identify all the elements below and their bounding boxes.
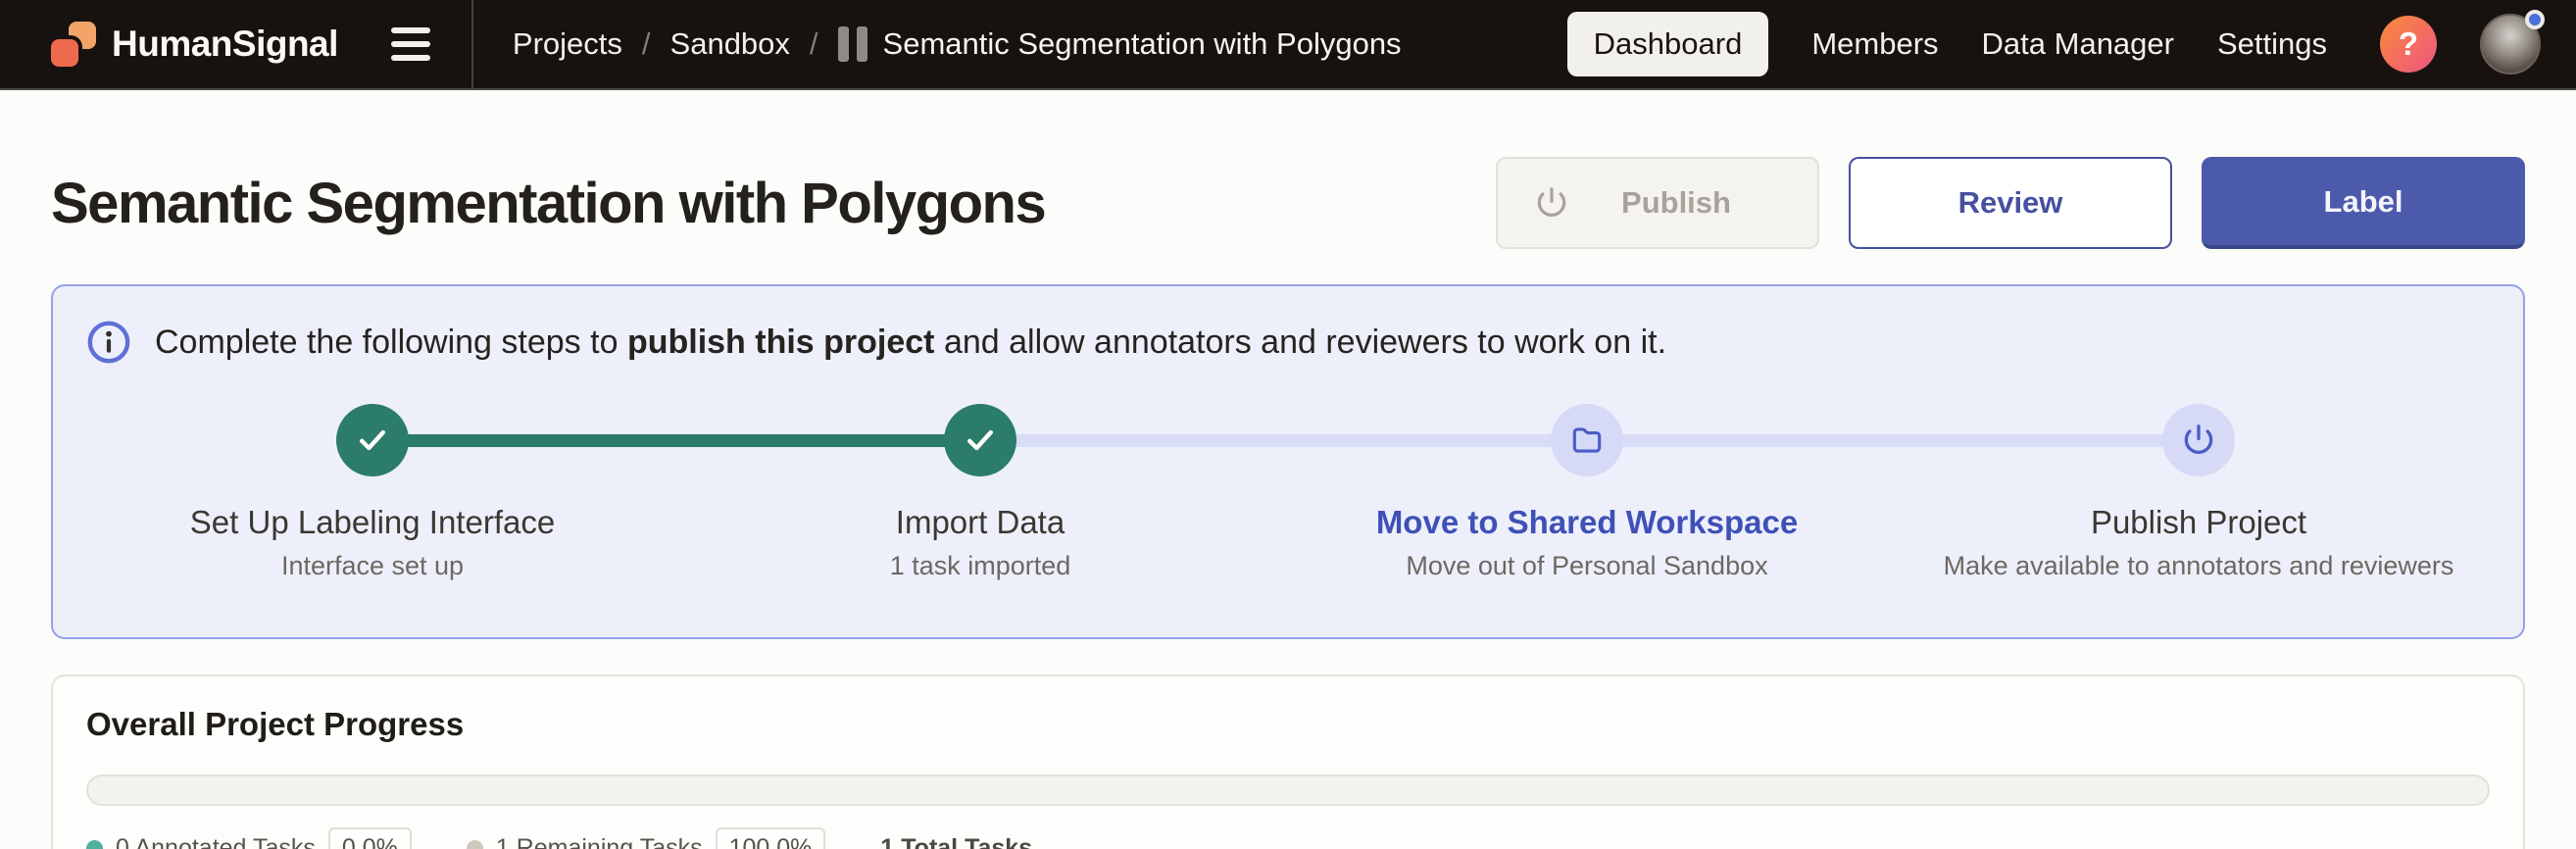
step-subtitle: Move out of Personal Sandbox	[1263, 551, 1910, 581]
publish-stepper: Set Up Labeling Interface Interface set …	[53, 404, 2523, 598]
power-icon	[1533, 184, 1570, 222]
nav-menu: Dashboard Members Data Manager Settings …	[1567, 12, 2541, 76]
step-subtitle: Interface set up	[49, 551, 696, 581]
label-button[interactable]: Label	[2202, 157, 2525, 249]
step-title-link[interactable]: Move to Shared Workspace	[1263, 504, 1910, 541]
step-subtitle: Make available to annotators and reviewe…	[1875, 551, 2522, 581]
breadcrumb: Projects / Sandbox / Semantic Segmentati…	[513, 26, 1402, 62]
banner-message-row: Complete the following steps to publish …	[86, 320, 2523, 365]
progress-legend: 0 Annotated Tasks 0.0% 1 Remaining Tasks…	[86, 827, 2490, 849]
annotated-percent-badge: 0.0%	[328, 827, 412, 849]
help-question-mark: ?	[2399, 25, 2418, 63]
legend-annotated: 0 Annotated Tasks 0.0%	[86, 827, 412, 849]
header-actions: Publish Review Label	[1496, 157, 2525, 249]
hamburger-menu-icon[interactable]	[389, 22, 432, 67]
page-title: Semantic Segmentation with Polygons	[51, 171, 1045, 236]
step-subtitle: 1 task imported	[657, 551, 1304, 581]
breadcrumb-current-project: Semantic Segmentation with Polygons	[883, 26, 1402, 62]
tab-members[interactable]: Members	[1811, 26, 1938, 62]
publish-steps-banner: Complete the following steps to publish …	[51, 284, 2525, 639]
info-icon	[86, 320, 131, 365]
step-title: Set Up Labeling Interface	[49, 504, 696, 541]
breadcrumb-separator: /	[810, 26, 818, 62]
power-icon	[2180, 422, 2217, 459]
check-icon	[961, 421, 1000, 460]
brand-name: HumanSignal	[112, 24, 338, 65]
legend-annotated-label: 0 Annotated Tasks	[116, 834, 316, 849]
review-button[interactable]: Review	[1849, 157, 2172, 249]
tab-dashboard[interactable]: Dashboard	[1567, 12, 1769, 76]
remaining-dot-icon	[467, 840, 483, 849]
legend-total-label: 1 Total Tasks	[880, 834, 1032, 849]
legend-total: 1 Total Tasks	[880, 834, 1032, 849]
page-header: Semantic Segmentation with Polygons Publ…	[51, 157, 2525, 249]
tab-settings[interactable]: Settings	[2217, 26, 2327, 62]
humansignal-logo-icon	[51, 22, 96, 67]
step-title: Import Data	[657, 504, 1304, 541]
step-set-up-labeling-interface: Set Up Labeling Interface Interface set …	[49, 404, 696, 581]
step-move-to-shared-workspace: Move to Shared Workspace Move out of Per…	[1263, 404, 1910, 581]
step-publish-project: Publish Project Make available to annota…	[1875, 404, 2522, 581]
legend-remaining-label: 1 Remaining Tasks	[496, 834, 703, 849]
legend-remaining: 1 Remaining Tasks 100.0%	[467, 827, 826, 849]
presence-badge	[2525, 10, 2545, 29]
step-title: Publish Project	[1875, 504, 2522, 541]
step-complete-circle	[336, 404, 409, 476]
banner-message: Complete the following steps to publish …	[155, 324, 1666, 362]
publish-button-label: Publish	[1570, 185, 1782, 221]
nav-divider	[471, 0, 473, 88]
project-pause-icon	[838, 26, 867, 62]
avatar[interactable]	[2480, 14, 2541, 75]
overall-progress-card: Overall Project Progress 0 Annotated Tas…	[51, 674, 2525, 849]
folder-icon	[1568, 422, 1606, 459]
remaining-percent-badge: 100.0%	[716, 827, 826, 849]
breadcrumb-projects[interactable]: Projects	[513, 26, 622, 62]
main-content: Semantic Segmentation with Polygons Publ…	[0, 157, 2576, 849]
progress-card-title: Overall Project Progress	[86, 706, 2490, 743]
step-complete-circle	[944, 404, 1016, 476]
logo-square-dark	[51, 39, 78, 67]
step-pending-circle	[2162, 404, 2235, 476]
label-button-label: Label	[2324, 184, 2403, 220]
progress-bar	[86, 774, 2490, 806]
brand-logo[interactable]: HumanSignal	[51, 22, 338, 67]
annotated-dot-icon	[86, 840, 103, 849]
breadcrumb-separator: /	[642, 26, 651, 62]
breadcrumb-sandbox[interactable]: Sandbox	[670, 26, 790, 62]
help-icon[interactable]: ?	[2380, 16, 2437, 73]
publish-button[interactable]: Publish	[1496, 157, 1819, 249]
tab-data-manager[interactable]: Data Manager	[1982, 26, 2174, 62]
step-pending-circle[interactable]	[1551, 404, 1623, 476]
review-button-label: Review	[1958, 185, 2063, 221]
step-import-data: Import Data 1 task imported	[657, 404, 1304, 581]
check-icon	[353, 421, 392, 460]
top-nav: HumanSignal Projects / Sandbox / Semanti…	[0, 0, 2576, 90]
